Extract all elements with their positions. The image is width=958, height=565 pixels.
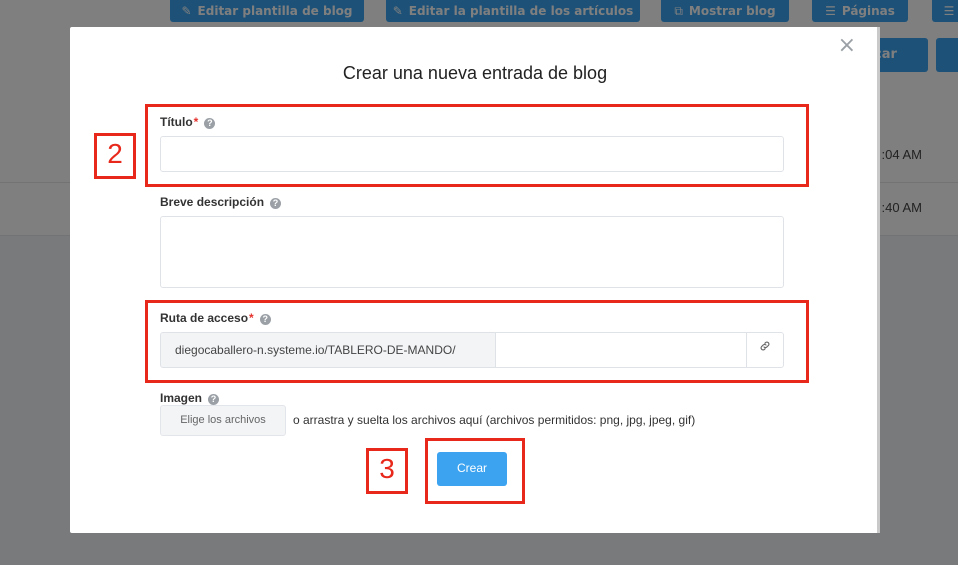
annotation-number: 2 <box>94 133 136 179</box>
modal-scrollbar[interactable] <box>877 27 880 533</box>
description-label: Breve descripción? <box>160 195 282 209</box>
description-label-text: Breve descripción <box>160 195 265 209</box>
help-icon[interactable]: ? <box>270 198 282 209</box>
choose-files-button[interactable]: Elige los archivos <box>160 405 286 436</box>
close-icon[interactable]: × <box>838 35 856 57</box>
description-textarea[interactable] <box>160 216 784 288</box>
annotation-number: 3 <box>366 448 408 494</box>
annotation-box-create <box>425 438 525 504</box>
annotation-box-title <box>145 104 809 187</box>
help-icon[interactable]: ? <box>208 394 220 405</box>
image-label-text: Imagen <box>160 391 203 405</box>
file-drop-hint: o arrastra y suelta los archivos aquí (a… <box>293 413 696 427</box>
annotation-box-path <box>145 300 809 383</box>
image-label: Imagen? <box>160 391 220 405</box>
modal-title: Crear una nueva entrada de blog <box>342 63 608 83</box>
